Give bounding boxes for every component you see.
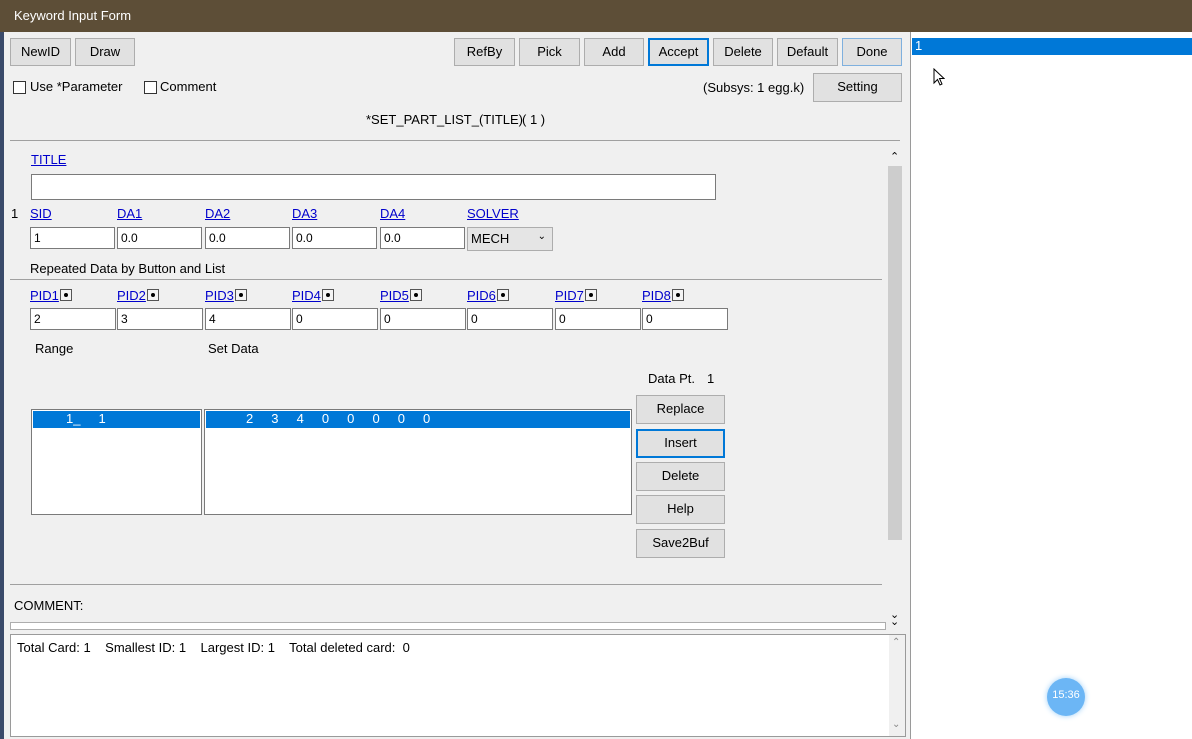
pid4-link[interactable]: PID4 [292,288,321,303]
clock-badge[interactable]: 15:36 [1047,678,1085,716]
da3-link[interactable]: DA3 [292,206,317,221]
pid8-input[interactable]: 0 [642,308,728,330]
pid1-link[interactable]: PID1 [30,288,59,303]
help-button[interactable]: Help [636,495,725,524]
solver-select[interactable]: MECH ⌄ [467,227,553,251]
sid-link[interactable]: SID [30,206,52,221]
pid5-pick-icon[interactable] [410,289,422,301]
title-link[interactable]: TITLE [31,152,66,167]
range-list-item[interactable]: 1_ 1 [33,411,200,428]
da2-input[interactable]: 0.0 [205,227,290,249]
setting-button[interactable]: Setting [813,73,902,102]
pid1-pick-icon[interactable] [60,289,72,301]
status-scrollbar[interactable]: ⌃ ⌄ [889,635,905,736]
replace-button[interactable]: Replace [636,395,725,424]
pid4-input[interactable]: 0 [292,308,378,330]
status-area: Total Card: 1 Smallest ID: 1 Largest ID:… [10,634,906,737]
pid5-link[interactable]: PID5 [380,288,409,303]
default-button[interactable]: Default [777,38,838,66]
set-data-label: Set Data [208,341,259,356]
pid6-pick-icon[interactable] [497,289,509,301]
save2buf-button[interactable]: Save2Buf [636,529,725,558]
accept-button[interactable]: Accept [648,38,709,66]
pid3-input[interactable]: 4 [205,308,291,330]
clock-time: 15:36 [1052,689,1080,701]
pid1-input[interactable]: 2 [30,308,116,330]
id-list-panel[interactable]: 1 15:36 [910,32,1192,739]
keyword-count: ( 1 ) [522,112,546,127]
pid7-link[interactable]: PID7 [555,288,584,303]
subsys-label: (Subsys: 1 egg.k) [703,80,805,95]
pid4-pick-icon[interactable] [322,289,334,301]
add-button[interactable]: Add [584,38,644,66]
form-scrollbar[interactable]: ⌃ ⌄ [886,148,904,626]
keyword-form: NewID Draw RefBy Pick Add Accept Delete … [4,32,908,739]
use-parameter-label: Use *Parameter [30,79,123,94]
da4-input[interactable]: 0.0 [380,227,465,249]
list-delete-button[interactable]: Delete [636,462,725,491]
delete-button[interactable]: Delete [713,38,773,66]
draw-button[interactable]: Draw [75,38,135,66]
da1-link[interactable]: DA1 [117,206,142,221]
pid2-link[interactable]: PID2 [117,288,146,303]
scroll-thumb[interactable] [888,166,902,540]
solver-link[interactable]: SOLVER [467,206,519,221]
card-row-number: 1 [11,206,19,221]
title-input[interactable] [31,174,716,200]
pid7-pick-icon[interactable] [585,289,597,301]
pid5-input[interactable]: 0 [380,308,466,330]
pid8-pick-icon[interactable] [672,289,684,301]
scroll-up-icon[interactable]: ⌃ [892,637,900,648]
data-pt-value: 1 [707,371,715,386]
sid-input[interactable]: 1 [30,227,115,249]
set-data-list-item[interactable]: 2 3 4 0 0 0 0 0 [206,411,630,428]
refby-button[interactable]: RefBy [454,38,515,66]
da2-link[interactable]: DA2 [205,206,230,221]
data-pt-label: Data Pt. [648,371,695,386]
pid3-link[interactable]: PID3 [205,288,234,303]
pid6-link[interactable]: PID6 [467,288,496,303]
pid8-link[interactable]: PID8 [642,288,671,303]
pid2-pick-icon[interactable] [147,289,159,301]
scroll-down-icon[interactable]: ⌄ [892,719,900,730]
comment-checkbox[interactable] [144,81,157,94]
chevron-down-icon: ⌄ [537,231,546,242]
da1-input[interactable]: 0.0 [117,227,202,249]
newid-button[interactable]: NewID [10,38,71,66]
range-list[interactable]: 1_ 1 [31,409,202,515]
id-list-item[interactable]: 1 [912,38,1192,55]
scroll-up-icon[interactable]: ⌃ [890,150,899,163]
repeated-heading: Repeated Data by Button and List [30,261,226,276]
pid2-input[interactable]: 3 [117,308,203,330]
window-title: Keyword Input Form [14,8,132,23]
insert-button[interactable]: Insert [636,429,725,458]
range-label: Range [35,341,74,356]
pick-button[interactable]: Pick [519,38,580,66]
divider [10,279,882,280]
pid3-pick-icon[interactable] [235,289,247,301]
use-parameter-checkbox[interactable] [13,81,26,94]
da4-link[interactable]: DA4 [380,206,405,221]
status-text: Total Card: 1 Smallest ID: 1 Largest ID:… [17,640,410,655]
comment-label: COMMENT: [14,598,84,613]
da3-input[interactable]: 0.0 [292,227,377,249]
set-data-list[interactable]: 2 3 4 0 0 0 0 0 [204,409,632,515]
pid7-input[interactable]: 0 [555,308,641,330]
title-bar: Keyword Input Form [0,0,1192,32]
divider [10,140,900,141]
pid6-input[interactable]: 0 [467,308,553,330]
divider [10,584,882,585]
done-button[interactable]: Done [842,38,902,66]
comment-option-label: Comment [160,79,217,94]
cursor-icon [933,67,946,89]
solver-value: MECH [471,231,510,246]
comment-input[interactable] [10,622,886,630]
scroll-down-icon[interactable]: ⌄ [890,615,899,628]
keyword-name: *SET_PART_LIST_(TITLE) [366,112,524,127]
